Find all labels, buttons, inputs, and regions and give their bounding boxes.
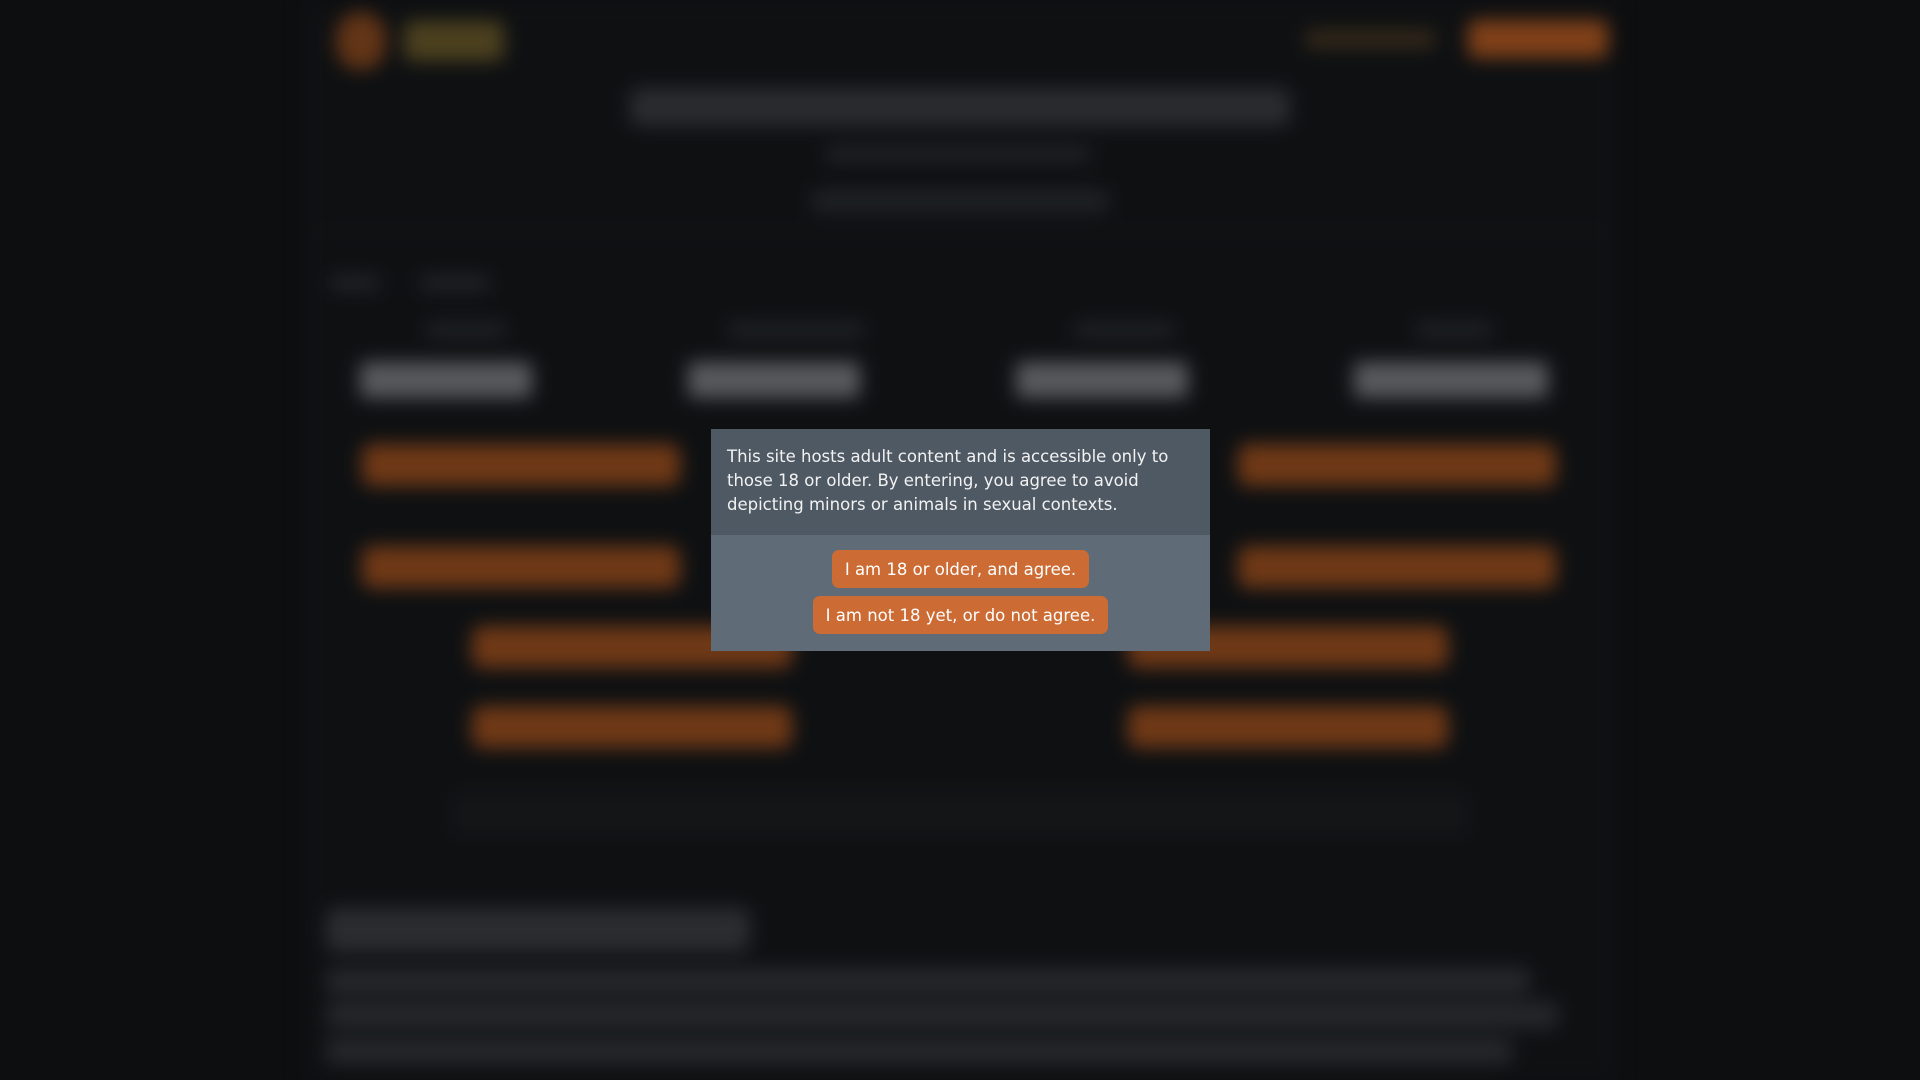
- disagree-button[interactable]: I am not 18 yet, or do not agree.: [812, 596, 1109, 634]
- modal-message: This site hosts adult content and is acc…: [711, 429, 1210, 535]
- modal-footer: I am 18 or older, and agree. I am not 18…: [711, 535, 1210, 651]
- age-verification-modal: This site hosts adult content and is acc…: [711, 429, 1210, 651]
- agree-button[interactable]: I am 18 or older, and agree.: [831, 550, 1090, 588]
